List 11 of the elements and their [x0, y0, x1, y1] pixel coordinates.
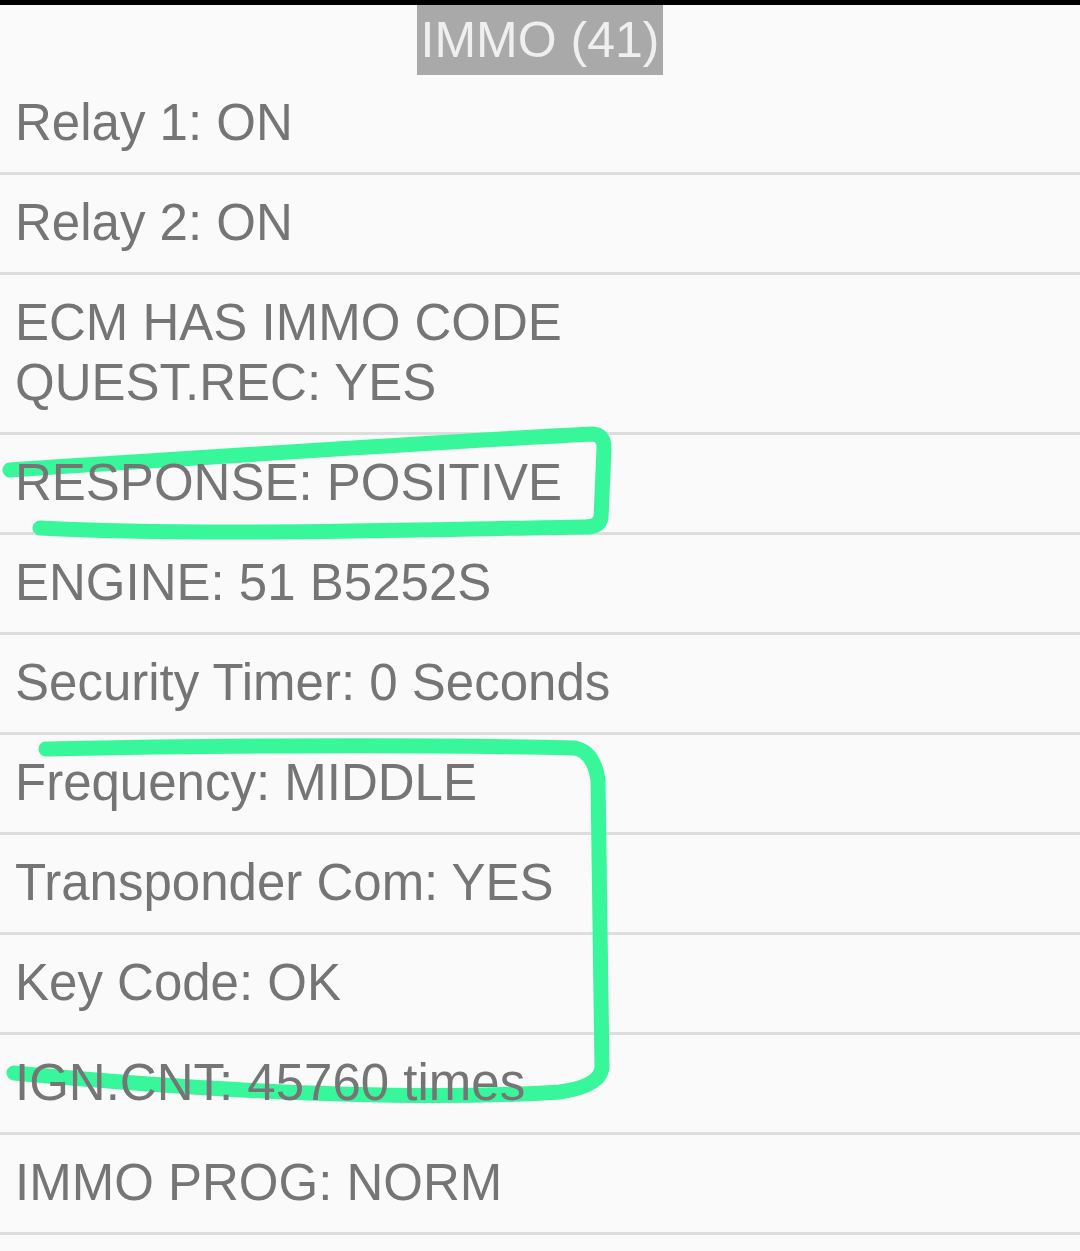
info-line: Transponder Com: YES — [15, 853, 554, 913]
screen-title: IMMO (41) — [416, 5, 664, 75]
info-line: ECM HAS IMMO CODE QUEST.REC: YES — [15, 293, 562, 413]
info-line: Frequency: MIDDLE — [15, 753, 477, 813]
info-line: Relay 2: ON — [15, 193, 293, 253]
info-line: ENGINE: 51 B5252S — [15, 553, 492, 613]
info-line: RESPONSE: POSITIVE — [15, 453, 562, 513]
info-line: IMMO PROG: NORM — [15, 1153, 503, 1213]
info-line: Key Code: OK — [15, 953, 341, 1013]
info-line: Relay 1: ON — [15, 93, 293, 153]
info-line: Security Timer: 0 Seconds — [15, 653, 611, 713]
